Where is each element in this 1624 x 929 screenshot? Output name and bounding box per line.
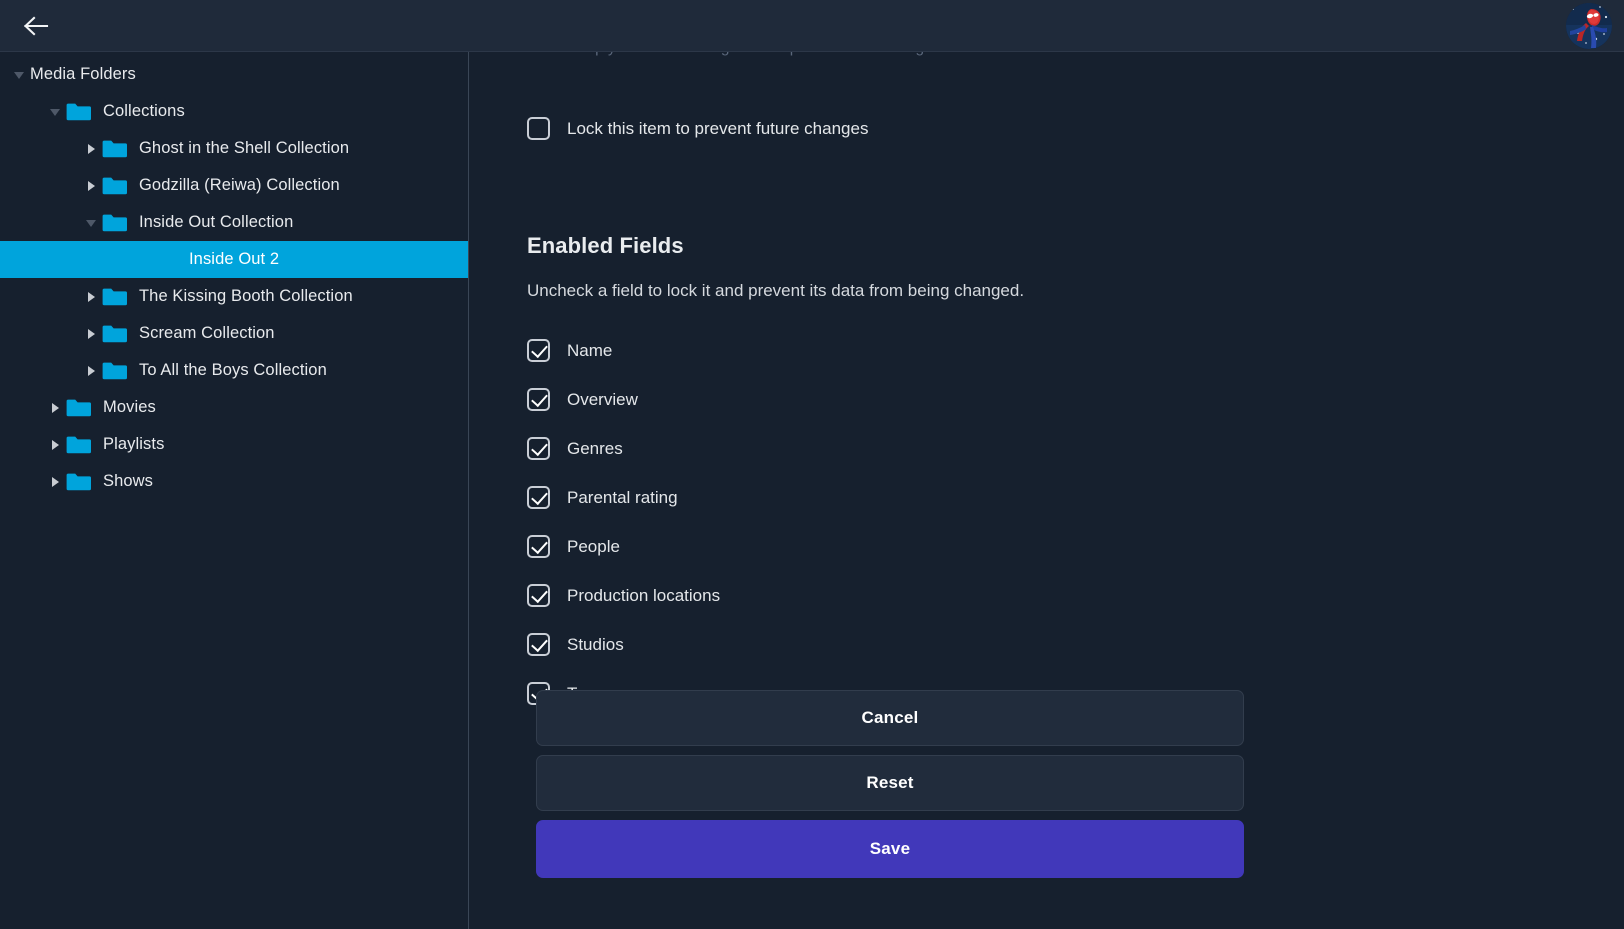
checkbox-name[interactable] xyxy=(527,339,550,362)
folder-icon xyxy=(102,361,128,381)
checkbox-people[interactable] xyxy=(527,535,550,558)
chevron-right-icon[interactable] xyxy=(44,426,66,463)
tree-item-ghost-in-the-shell-collection[interactable]: Ghost in the Shell Collection xyxy=(0,130,468,167)
tree-item-label: Movies xyxy=(103,399,156,416)
tree-item-media-folders[interactable]: Media Folders xyxy=(0,56,468,93)
back-button[interactable] xyxy=(16,8,56,44)
metadata-settings-panel: Leave empty to inherit settings from a p… xyxy=(470,52,1624,929)
tree-item-label: Inside Out Collection xyxy=(139,214,293,231)
folder-icon xyxy=(66,435,92,455)
folder-icon xyxy=(102,287,128,307)
lock-item-checkbox[interactable] xyxy=(527,117,550,140)
lock-item-label: Lock this item to prevent future changes xyxy=(567,119,868,139)
folder-icon xyxy=(102,176,128,196)
tree-item-label: Media Folders xyxy=(30,66,136,83)
checkbox-studios[interactable] xyxy=(527,633,550,656)
reset-button[interactable]: Reset xyxy=(536,755,1244,811)
tree-item-label: Godzilla (Reiwa) Collection xyxy=(139,177,340,194)
chevron-right-icon[interactable] xyxy=(44,389,66,426)
checkbox-production-locations[interactable] xyxy=(527,584,550,607)
field-label-overview: Overview xyxy=(567,390,638,410)
avatar-image xyxy=(1566,3,1612,49)
folder-icon xyxy=(66,472,92,492)
chevron-right-icon[interactable] xyxy=(80,167,102,204)
tree-item-inside-out-collection[interactable]: Inside Out Collection xyxy=(0,204,468,241)
tree-item-godzilla-reiwa-collection[interactable]: Godzilla (Reiwa) Collection xyxy=(0,167,468,204)
field-label-production-locations: Production locations xyxy=(567,586,720,606)
field-row-parental-rating[interactable]: Parental rating xyxy=(527,473,1227,522)
checkbox-genres[interactable] xyxy=(527,437,550,460)
folder-tree: Media Folders Collections Ghost in the She… xyxy=(0,52,468,500)
tree-item-shows[interactable]: Shows xyxy=(0,463,468,500)
cancel-button[interactable]: Cancel xyxy=(536,690,1244,746)
field-row-name[interactable]: Name xyxy=(527,326,1227,375)
lock-item-checkbox-row[interactable]: Lock this item to prevent future changes xyxy=(527,117,868,140)
tree-item-label: Inside Out 2 xyxy=(0,251,279,268)
enabled-fields-list: Name Overview Genres Parental rating People P… xyxy=(527,326,1227,718)
field-label-parental-rating: Parental rating xyxy=(567,488,678,508)
chevron-right-icon[interactable] xyxy=(80,315,102,352)
tree-item-label: Ghost in the Shell Collection xyxy=(139,140,349,157)
inherit-hint-text: Leave empty to inherit settings from a p… xyxy=(527,52,1053,57)
tree-item-label: The Kissing Booth Collection xyxy=(139,288,353,305)
top-header-bar xyxy=(0,0,1624,52)
checkbox-overview[interactable] xyxy=(527,388,550,411)
folder-icon xyxy=(66,102,92,122)
tree-item-label: Collections xyxy=(103,103,185,120)
enabled-fields-description: Uncheck a field to lock it and prevent i… xyxy=(527,281,1024,301)
tree-item-label: To All the Boys Collection xyxy=(139,362,327,379)
checkbox-parental-rating[interactable] xyxy=(527,486,550,509)
field-label-studios: Studios xyxy=(567,635,624,655)
folder-icon xyxy=(102,139,128,159)
back-arrow-icon xyxy=(23,15,49,37)
field-label-people: People xyxy=(567,537,620,557)
save-button[interactable]: Save xyxy=(536,820,1244,878)
chevron-right-icon[interactable] xyxy=(80,278,102,315)
chevron-down-icon[interactable] xyxy=(8,56,30,93)
chevron-down-icon[interactable] xyxy=(44,93,66,130)
folder-icon xyxy=(66,398,92,418)
field-row-production-locations[interactable]: Production locations xyxy=(527,571,1227,620)
tree-item-inside-out-2[interactable]: Inside Out 2 xyxy=(0,241,468,278)
field-label-genres: Genres xyxy=(567,439,623,459)
tree-item-to-all-the-boys-collection[interactable]: To All the Boys Collection xyxy=(0,352,468,389)
app-root: Media Folders Collections Ghost in the She… xyxy=(0,0,1624,929)
field-row-people[interactable]: People xyxy=(527,522,1227,571)
chevron-right-icon[interactable] xyxy=(44,463,66,500)
field-row-genres[interactable]: Genres xyxy=(527,424,1227,473)
tree-item-the-kissing-booth-collection[interactable]: The Kissing Booth Collection xyxy=(0,278,468,315)
tree-item-playlists[interactable]: Playlists xyxy=(0,426,468,463)
tree-item-collections[interactable]: Collections xyxy=(0,93,468,130)
media-folder-tree-sidebar[interactable]: Media Folders Collections Ghost in the She… xyxy=(0,52,469,929)
chevron-right-icon[interactable] xyxy=(80,352,102,389)
user-avatar[interactable] xyxy=(1566,3,1612,49)
enabled-fields-heading: Enabled Fields xyxy=(527,233,684,259)
field-label-name: Name xyxy=(567,341,612,361)
folder-icon xyxy=(102,324,128,344)
chevron-down-icon[interactable] xyxy=(80,204,102,241)
tree-item-scream-collection[interactable]: Scream Collection xyxy=(0,315,468,352)
field-row-overview[interactable]: Overview xyxy=(527,375,1227,424)
folder-icon xyxy=(102,213,128,233)
chevron-right-icon[interactable] xyxy=(80,130,102,167)
tree-item-label: Shows xyxy=(103,473,153,490)
field-row-studios[interactable]: Studios xyxy=(527,620,1227,669)
tree-item-movies[interactable]: Movies xyxy=(0,389,468,426)
tree-item-label: Playlists xyxy=(103,436,164,453)
tree-item-label: Scream Collection xyxy=(139,325,275,342)
action-button-stack: Cancel Reset Save xyxy=(536,690,1244,887)
